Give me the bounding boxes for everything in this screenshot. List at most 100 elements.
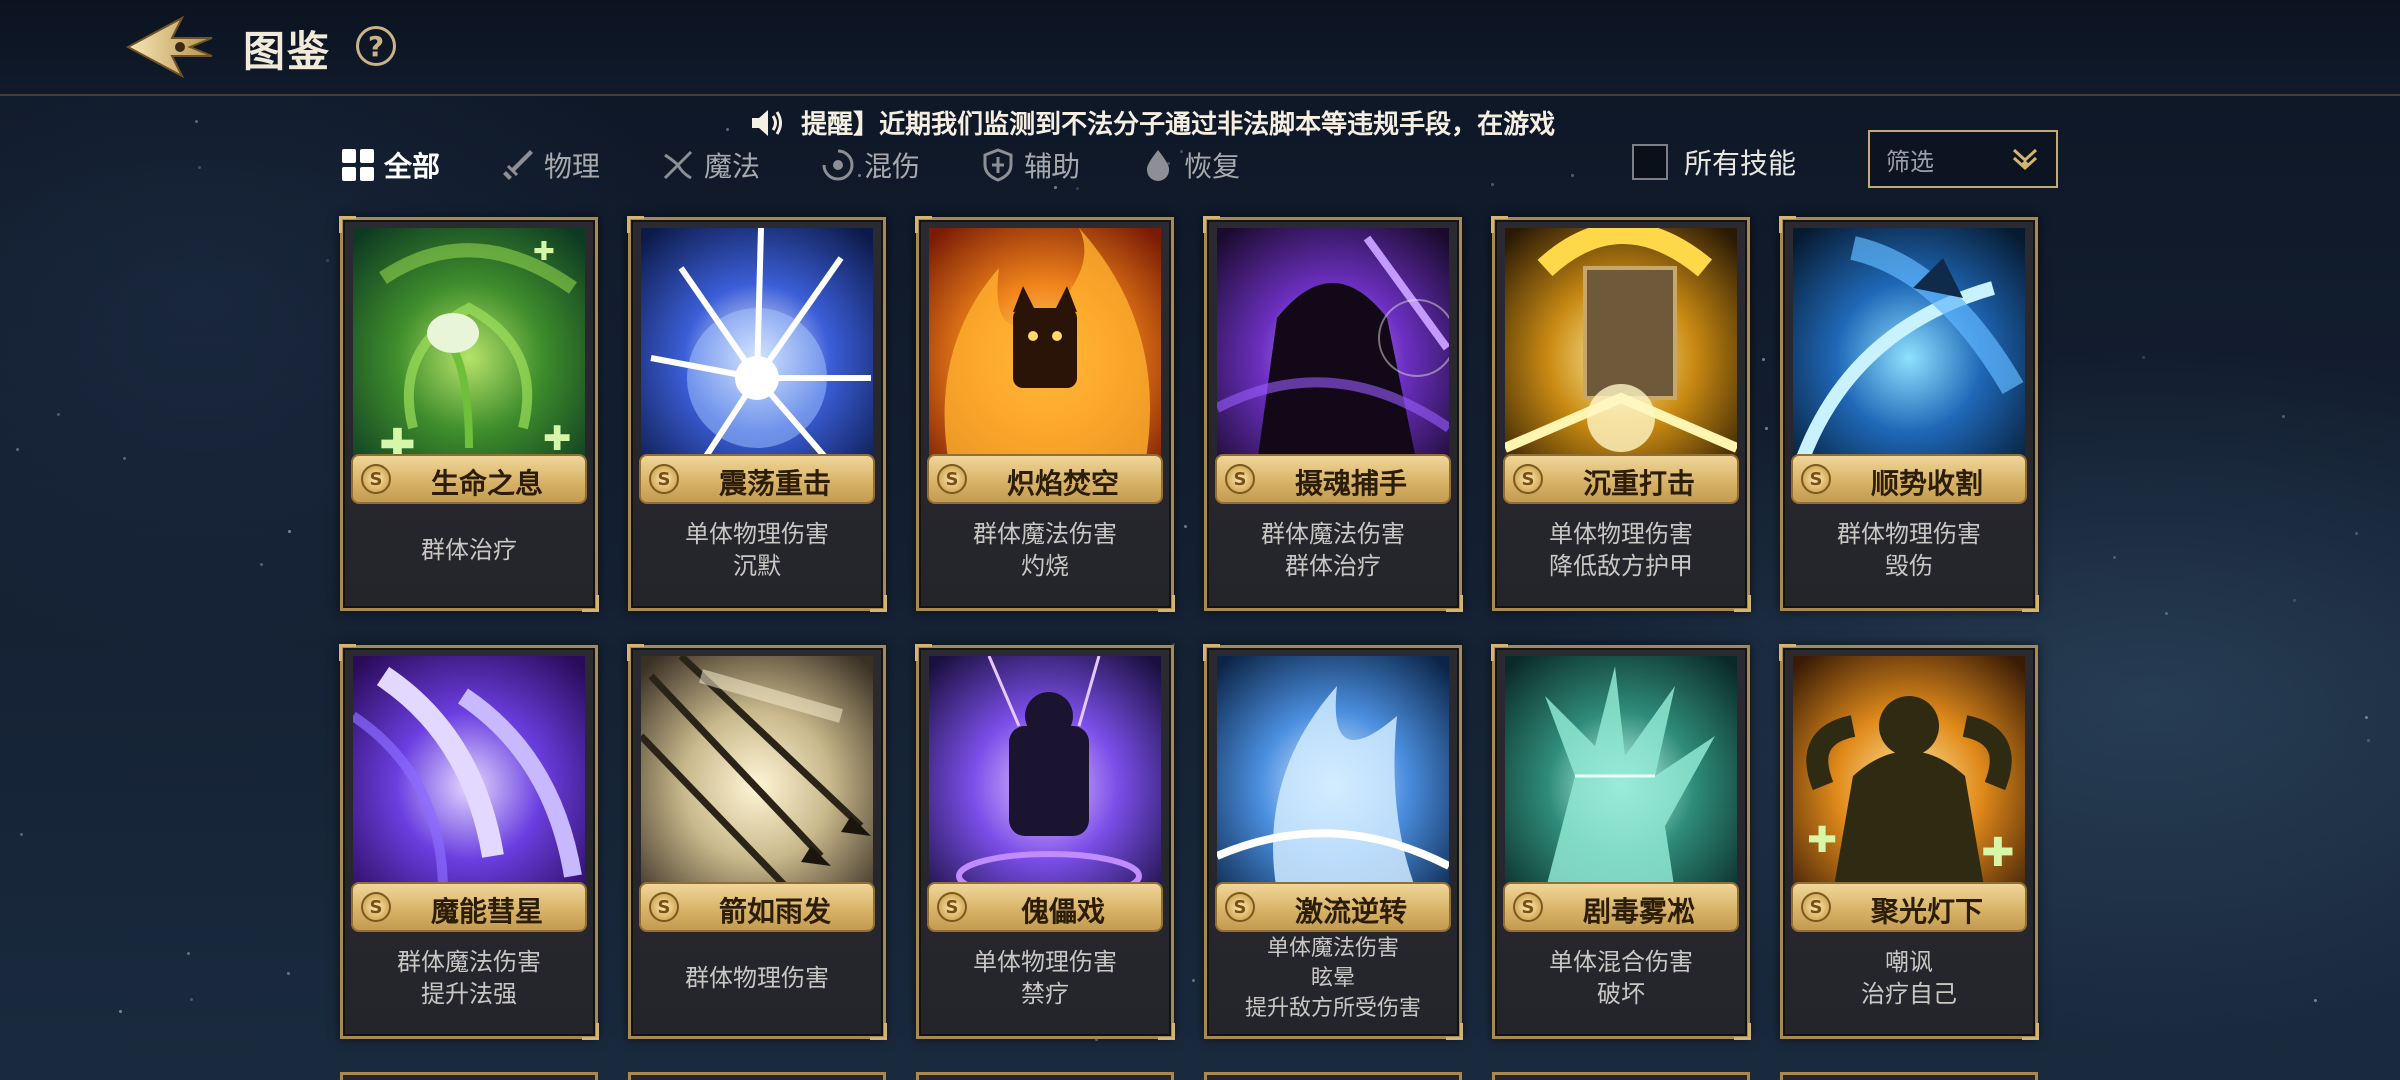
- tab-label: 混伤: [864, 150, 921, 183]
- skill-card[interactable]: S 炽焰焚空群体魔法伤害 灼烧: [915, 216, 1175, 612]
- svg-text:✚: ✚: [1981, 830, 2015, 876]
- grade-badge-icon: S: [649, 464, 679, 494]
- skill-name-plate: S 炽焰焚空: [927, 454, 1163, 504]
- tab-all[interactable]: 全部: [340, 140, 440, 190]
- skill-card[interactable]: ✚ ✚ ✚ S 生命之息 群体治疗: [339, 216, 599, 612]
- skill-name-plate: S 箭如雨发: [639, 882, 875, 932]
- skill-tag: 单体物理伤害: [973, 948, 1117, 976]
- all-skills-checkbox[interactable]: [1632, 144, 1668, 180]
- skill-name: 摄魂捕手: [1294, 467, 1407, 500]
- skill-card[interactable]: ✚ ✚ S 聚光灯下 嘲讽 治疗自己: [1779, 644, 2039, 1040]
- skill-tag: 群体治疗: [1285, 552, 1381, 580]
- skill-card[interactable]: S 沉重打击 单体物理伤害 降低敌方护甲: [1491, 216, 1751, 612]
- star: [288, 530, 291, 533]
- back-arrow-icon: [125, 15, 213, 79]
- page-title: 图鉴: [243, 27, 332, 76]
- tab-label: 魔法: [704, 150, 761, 183]
- grade-badge-icon: S: [1225, 464, 1255, 494]
- tab-recovery[interactable]: 恢复: [1140, 140, 1240, 190]
- skill-card-partial[interactable]: [1780, 1072, 2038, 1080]
- star: [2314, 999, 2317, 1002]
- tab-label: 辅助: [1024, 150, 1081, 183]
- star: [119, 1010, 122, 1013]
- skill-name-plate: S 聚光灯下: [1791, 882, 2027, 932]
- star: [2355, 532, 2358, 535]
- skill-description: 群体物理伤害 毁伤: [1789, 518, 2029, 582]
- skill-tag: 提升法强: [421, 980, 517, 1008]
- help-button[interactable]: ?: [356, 26, 396, 66]
- tab-physical[interactable]: 物理: [500, 140, 600, 190]
- skill-description: 群体物理伤害: [637, 962, 877, 994]
- star: [20, 833, 23, 836]
- tab-support[interactable]: 辅助: [980, 140, 1080, 190]
- skill-tag: 群体魔法伤害: [397, 948, 541, 976]
- top-bar: 图鉴 ?: [0, 0, 2400, 96]
- skill-tag: 单体物理伤害: [1549, 520, 1693, 548]
- skill-description: 单体物理伤害 沉默: [637, 518, 877, 582]
- skill-artwork: [1217, 228, 1449, 464]
- star: [16, 448, 19, 451]
- skill-artwork: [641, 228, 873, 464]
- skill-card[interactable]: S 剧毒雾凇 单体混合伤害 破坏: [1491, 644, 1751, 1040]
- skill-description: 单体魔法伤害 眩晕 提升敌方所受伤害: [1213, 934, 1453, 1024]
- filter-label: 筛选: [1886, 147, 1934, 176]
- filter-dropdown[interactable]: 筛选: [1868, 130, 2058, 188]
- skill-description: 群体治疗: [349, 534, 589, 566]
- skill-artwork: [1505, 656, 1737, 892]
- skill-card[interactable]: S 激流逆转 单体魔法伤害 眩晕 提升敌方所受伤害: [1203, 644, 1463, 1040]
- announcement-ticker: 提醒】近期我们监测到不法分子通过非法脚本等违规手段，在游戏: [750, 104, 1590, 144]
- skill-card-partial[interactable]: [340, 1072, 598, 1080]
- skill-card[interactable]: S 魔能彗星 群体魔法伤害 提升法强: [339, 644, 599, 1040]
- skill-tag: 群体物理伤害: [1837, 520, 1981, 548]
- announcement-text: 提醒】近期我们监测到不法分子通过非法脚本等违规手段，在游戏: [801, 110, 1556, 140]
- skill-card[interactable]: S 傀儡戏 单体物理伤害 禁疗: [915, 644, 1175, 1040]
- all-skills-toggle[interactable]: 所有技能: [1632, 142, 1796, 182]
- tab-magic[interactable]: 魔法: [660, 140, 760, 190]
- skill-card[interactable]: S 顺势收割 群体物理伤害 毁伤: [1779, 216, 2039, 612]
- grade-badge-icon: S: [1513, 892, 1543, 922]
- grade-badge-icon: S: [1801, 464, 1831, 494]
- skill-tag: 群体魔法伤害: [973, 520, 1117, 548]
- grade-badge-icon: S: [649, 892, 679, 922]
- skill-name-plate: S 震荡重击: [639, 454, 875, 504]
- skill-name-plate: S 生命之息: [351, 454, 587, 504]
- tab-label: 恢复: [1184, 150, 1241, 183]
- star: [1184, 525, 1187, 528]
- skill-tag: 嘲讽: [1885, 948, 1933, 976]
- skill-description: 群体魔法伤害 群体治疗: [1213, 518, 1453, 582]
- grade-badge-icon: S: [1225, 892, 1255, 922]
- star: [190, 998, 193, 1001]
- skill-card[interactable]: S 箭如雨发群体物理伤害: [627, 644, 887, 1040]
- skill-tag: 禁疗: [1021, 980, 1069, 1008]
- skill-card[interactable]: S 震荡重击单体物理伤害 沉默: [627, 216, 887, 612]
- star: [1571, 174, 1574, 177]
- skill-artwork: [1793, 228, 2025, 464]
- grade-badge-icon: S: [361, 892, 391, 922]
- chevron-down-icon: [2012, 148, 2038, 171]
- tab-mixed[interactable]: 混伤: [820, 140, 920, 190]
- skill-tag: 破坏: [1597, 980, 1645, 1008]
- skill-name-plate: S 激流逆转: [1215, 882, 1451, 932]
- star: [2113, 556, 2116, 559]
- star: [2142, 356, 2145, 359]
- skill-card-partial[interactable]: [1492, 1072, 1750, 1080]
- all-skills-label: 所有技能: [1684, 147, 1797, 180]
- skill-artwork: [1505, 228, 1737, 464]
- skill-name: 箭如雨发: [718, 895, 831, 928]
- star: [287, 972, 290, 975]
- skill-tag: 提升敌方所受伤害: [1244, 996, 1421, 1021]
- skill-card-partial[interactable]: [1204, 1072, 1462, 1080]
- grid-icon: [340, 147, 376, 183]
- skill-card-partial[interactable]: [628, 1072, 886, 1080]
- svg-text:✚: ✚: [543, 419, 572, 459]
- skill-card[interactable]: S 摄魂捕手群体魔法伤害 群体治疗: [1203, 216, 1463, 612]
- skill-artwork: [641, 656, 873, 892]
- star: [57, 413, 60, 416]
- skill-tag: 单体物理伤害: [685, 520, 829, 548]
- back-button[interactable]: [120, 12, 220, 82]
- skill-description: 群体魔法伤害 灼烧: [925, 518, 1165, 582]
- category-tabs: 全部 物理 魔法 混伤 辅助 恢复: [340, 140, 1300, 190]
- star: [198, 166, 201, 169]
- skill-card-partial[interactable]: [916, 1072, 1174, 1080]
- star: [2365, 716, 2368, 719]
